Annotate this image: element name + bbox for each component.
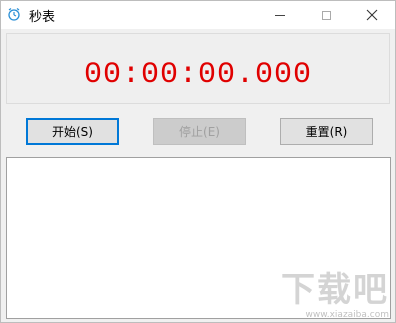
close-icon xyxy=(366,9,378,21)
maximize-button[interactable] xyxy=(303,1,349,29)
stopwatch-window: 秒表 00:00:00.000 开始(S) 停止(E) 重置(R) 下载吧 ww… xyxy=(0,0,396,323)
watermark: 下载吧 www.xiazaiba.com xyxy=(281,270,389,320)
time-display-panel: 00:00:00.000 xyxy=(6,33,390,104)
watermark-url: www.xiazaiba.com xyxy=(305,310,389,320)
watermark-logo: 下载吧 xyxy=(281,270,389,310)
maximize-icon xyxy=(321,10,331,20)
reset-button[interactable]: 重置(R) xyxy=(280,118,373,145)
window-title: 秒表 xyxy=(29,10,56,25)
minimize-icon xyxy=(275,14,285,16)
alarm-clock-icon xyxy=(8,7,20,21)
start-button[interactable]: 开始(S) xyxy=(26,118,119,145)
stop-button[interactable]: 停止(E) xyxy=(153,118,246,145)
elapsed-time: 00:00:00.000 xyxy=(83,58,313,92)
close-button[interactable] xyxy=(349,1,395,29)
minimize-button[interactable] xyxy=(257,1,303,29)
title-bar[interactable]: 秒表 xyxy=(1,1,395,29)
